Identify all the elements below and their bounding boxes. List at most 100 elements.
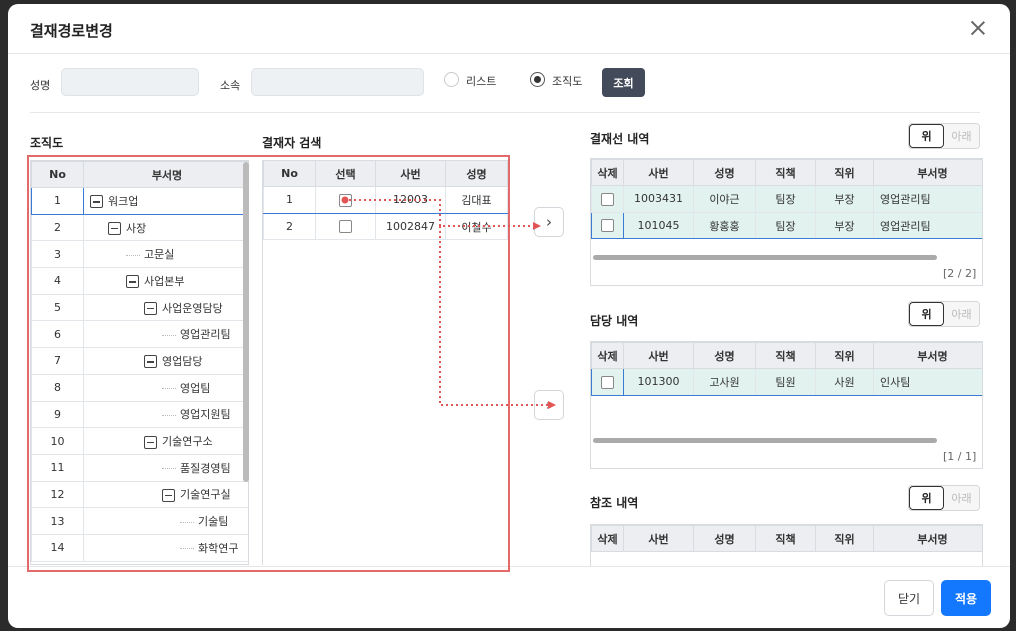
close-button[interactable]: 닫기 bbox=[884, 580, 934, 616]
row-no: 3 bbox=[31, 240, 84, 269]
tree-connector bbox=[180, 548, 194, 550]
move-up-button[interactable]: 위 bbox=[909, 486, 944, 510]
table-row[interactable]: 10 기술연구소 bbox=[31, 427, 248, 455]
col-header-name: 성명 bbox=[693, 525, 756, 552]
delete-checkbox[interactable] bbox=[601, 375, 614, 389]
table-row[interactable]: 14 화학연구 bbox=[31, 533, 248, 562]
move-up-button[interactable]: 위 bbox=[909, 124, 944, 148]
org-tree-scrollbar[interactable] bbox=[243, 162, 249, 482]
dept-input[interactable] bbox=[251, 68, 424, 96]
name-input[interactable] bbox=[61, 68, 199, 96]
collapse-icon[interactable] bbox=[126, 275, 139, 289]
tree-node[interactable]: 사장 bbox=[83, 213, 248, 242]
table-row[interactable]: 6 영업관리팀 bbox=[31, 320, 248, 349]
add-to-approval-button[interactable]: › bbox=[534, 207, 564, 237]
collapse-icon[interactable] bbox=[144, 435, 157, 449]
tree-node-label: 화학연구 bbox=[198, 541, 239, 555]
select-cell[interactable] bbox=[315, 186, 376, 214]
dept-cell: 영업관리팀 bbox=[873, 211, 982, 240]
add-to-handler-button[interactable]: › bbox=[534, 390, 564, 420]
table-row[interactable]: 2 사장 bbox=[31, 213, 248, 242]
name-cell: 고사원 bbox=[693, 368, 756, 396]
move-up-button[interactable]: 위 bbox=[909, 302, 944, 326]
dialog-header: 결재경로변경 bbox=[8, 4, 1010, 54]
move-down-button[interactable]: 아래 bbox=[944, 486, 979, 510]
select-cell[interactable] bbox=[315, 212, 376, 241]
tree-node[interactable]: 기술연구실 bbox=[83, 480, 248, 509]
tree-node-label: 영업팀 bbox=[180, 381, 211, 395]
row-no: 10 bbox=[31, 427, 84, 455]
select-checkbox[interactable] bbox=[339, 193, 352, 207]
apply-button[interactable]: 적용 bbox=[941, 580, 991, 616]
move-down-button[interactable]: 아래 bbox=[944, 124, 979, 148]
table-row[interactable]: 7 영업담당 bbox=[31, 347, 248, 375]
approval-order-toggle: 위 아래 bbox=[908, 123, 980, 149]
tree-node[interactable]: 영업관리팀 bbox=[83, 320, 248, 349]
table-row[interactable]: 101045 황홍홍 팀장 부장 영업관리팀 bbox=[591, 211, 982, 240]
row-no: 12 bbox=[31, 480, 84, 509]
approval-line-grid: 삭제 사번 성명 직책 직위 부서명 1003431 이야근 팀장 부장 영업관리팀 101045 황… bbox=[590, 158, 983, 286]
tree-node[interactable]: 고문실 bbox=[83, 240, 248, 269]
tree-node[interactable]: 기술연구소 bbox=[83, 427, 248, 455]
tree-node[interactable]: 기술팀 bbox=[83, 507, 248, 535]
col-header-rank: 직위 bbox=[815, 159, 874, 186]
dept-cell: 인사팀 bbox=[873, 368, 982, 396]
tree-node[interactable]: 영업지원팀 bbox=[83, 400, 248, 429]
table-row[interactable]: 4 사업본부 bbox=[31, 267, 248, 295]
table-row[interactable]: 1 워크업 bbox=[31, 187, 248, 215]
tree-node[interactable]: 품질경영팀 bbox=[83, 453, 248, 482]
row-no: 11 bbox=[31, 453, 84, 482]
reference-order-toggle: 위 아래 bbox=[908, 485, 980, 511]
col-header-rank: 직위 bbox=[815, 525, 874, 552]
select-checkbox[interactable] bbox=[339, 220, 352, 234]
tree-node[interactable]: 화학연구 bbox=[83, 533, 248, 562]
delete-cell[interactable] bbox=[591, 368, 624, 396]
tree-node[interactable]: 워크업 bbox=[83, 187, 248, 215]
tree-node[interactable]: 영업팀 bbox=[83, 373, 248, 402]
list-view-radio[interactable] bbox=[444, 72, 459, 87]
collapse-icon[interactable] bbox=[162, 488, 175, 502]
table-row[interactable]: 2 1002847 이철수 bbox=[263, 212, 508, 241]
name-cell: 이야근 bbox=[693, 185, 756, 213]
name-label: 성명 bbox=[30, 79, 51, 92]
col-header-dept: 부서명 bbox=[873, 159, 982, 186]
table-row[interactable]: 1 12003 김대표 bbox=[263, 186, 508, 214]
collapse-icon[interactable] bbox=[144, 302, 157, 316]
collapse-icon[interactable] bbox=[108, 222, 121, 236]
table-row[interactable]: 8 영업팀 bbox=[31, 373, 248, 402]
table-row[interactable]: 5 사업운영담당 bbox=[31, 293, 248, 322]
collapse-icon[interactable] bbox=[144, 355, 157, 369]
delete-cell[interactable] bbox=[591, 211, 624, 240]
tree-node-label: 기술팀 bbox=[198, 515, 229, 529]
delete-cell[interactable] bbox=[591, 185, 624, 213]
tree-node[interactable]: 영업담당 bbox=[83, 347, 248, 375]
tree-connector bbox=[180, 521, 194, 523]
table-row[interactable]: 1003431 이야근 팀장 부장 영업관리팀 bbox=[591, 185, 982, 213]
table-row[interactable]: 11 품질경영팀 bbox=[31, 453, 248, 482]
name-cell: 황홍홍 bbox=[693, 211, 756, 240]
approval-hscrollbar[interactable] bbox=[593, 255, 937, 260]
chevron-right-icon: › bbox=[546, 396, 552, 414]
table-row[interactable]: 101300 고사원 팀원 사원 인사팀 bbox=[591, 368, 982, 396]
rank-cell: 부장 bbox=[815, 211, 874, 240]
handler-hscrollbar[interactable] bbox=[593, 438, 937, 443]
table-row[interactable]: 9 영업지원팀 bbox=[31, 400, 248, 429]
emp-id-cell: 1003431 bbox=[623, 185, 694, 213]
col-header-duty: 직책 bbox=[755, 342, 816, 369]
table-row[interactable]: 12 기술연구실 bbox=[31, 480, 248, 509]
row-no: 4 bbox=[31, 267, 84, 295]
collapse-icon[interactable] bbox=[90, 195, 103, 209]
move-down-button[interactable]: 아래 bbox=[944, 302, 979, 326]
delete-checkbox[interactable] bbox=[601, 192, 614, 206]
close-icon[interactable] bbox=[968, 18, 988, 38]
org-view-radio[interactable] bbox=[530, 72, 545, 87]
search-button[interactable]: 조회 bbox=[602, 68, 645, 97]
col-header-no: No bbox=[263, 160, 316, 187]
table-row[interactable]: 3 고문실 bbox=[31, 240, 248, 269]
tree-node[interactable]: 사업본부 bbox=[83, 267, 248, 295]
rank-cell: 사원 bbox=[815, 368, 874, 396]
table-row[interactable]: 13 기술팀 bbox=[31, 507, 248, 535]
org-chart-title: 조직도 bbox=[30, 136, 64, 150]
tree-node[interactable]: 사업운영담당 bbox=[83, 293, 248, 322]
delete-checkbox[interactable] bbox=[601, 219, 614, 233]
